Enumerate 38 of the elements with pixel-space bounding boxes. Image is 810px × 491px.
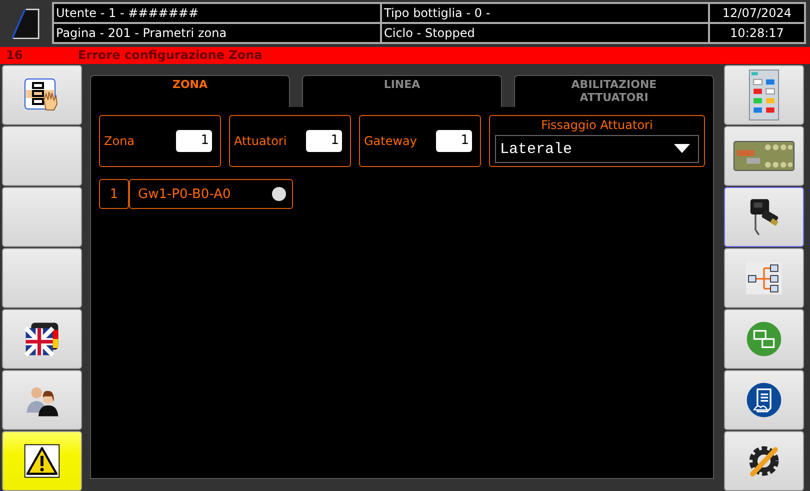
gateway-item[interactable]: Gw1-P0-B0-A0 <box>129 179 293 209</box>
cycle-label: Ciclo - Stopped <box>381 23 709 44</box>
side-button[interactable] <box>2 65 82 125</box>
side-button[interactable] <box>2 309 82 369</box>
side-button[interactable] <box>724 187 804 247</box>
document-icon <box>746 382 782 418</box>
network-tree-icon <box>746 260 782 296</box>
time-label: 10:28:17 <box>709 23 805 44</box>
date-label: 12/07/2024 <box>709 3 805 24</box>
side-button[interactable] <box>724 370 804 430</box>
tab[interactable]: LINEA <box>302 75 502 107</box>
tab[interactable]: ABILITAZIONE ATTUATORI <box>514 75 714 107</box>
alarm-message: Errore configurazione Zona <box>78 48 262 62</box>
circuit-board-icon <box>733 139 795 173</box>
fixing-title: Fissaggio Attuatori <box>541 118 653 132</box>
warning-icon <box>24 443 60 479</box>
fixing-dropdown[interactable]: Laterale <box>495 135 699 163</box>
tab[interactable]: ZONA <box>90 75 290 107</box>
gateway-index: 1 <box>99 179 129 209</box>
monitors-icon <box>746 321 782 357</box>
user-label: Utente - 1 - ####### <box>53 3 381 24</box>
page-label: Pagina - 201 - Prametri zona <box>53 23 381 44</box>
alarm-code: 16 <box>5 48 24 62</box>
bottle-type-label: Tipo bottiglia - 0 - <box>381 3 709 24</box>
input-field[interactable]: 1 <box>436 130 472 152</box>
field-label: Attuatori <box>234 134 287 148</box>
side-button[interactable] <box>724 431 804 491</box>
input-field[interactable]: 1 <box>176 130 212 152</box>
dropdown-arrow-icon <box>674 144 690 154</box>
side-button[interactable] <box>724 126 804 186</box>
input-field[interactable]: 1 <box>306 130 342 152</box>
side-button[interactable] <box>2 431 82 491</box>
flag-icon <box>24 321 60 357</box>
field-label: Zona <box>104 134 135 148</box>
tree-hand-icon <box>24 77 60 113</box>
control-panel-icon <box>747 69 781 121</box>
field-label: Gateway <box>364 134 418 148</box>
side-button[interactable] <box>2 370 82 430</box>
